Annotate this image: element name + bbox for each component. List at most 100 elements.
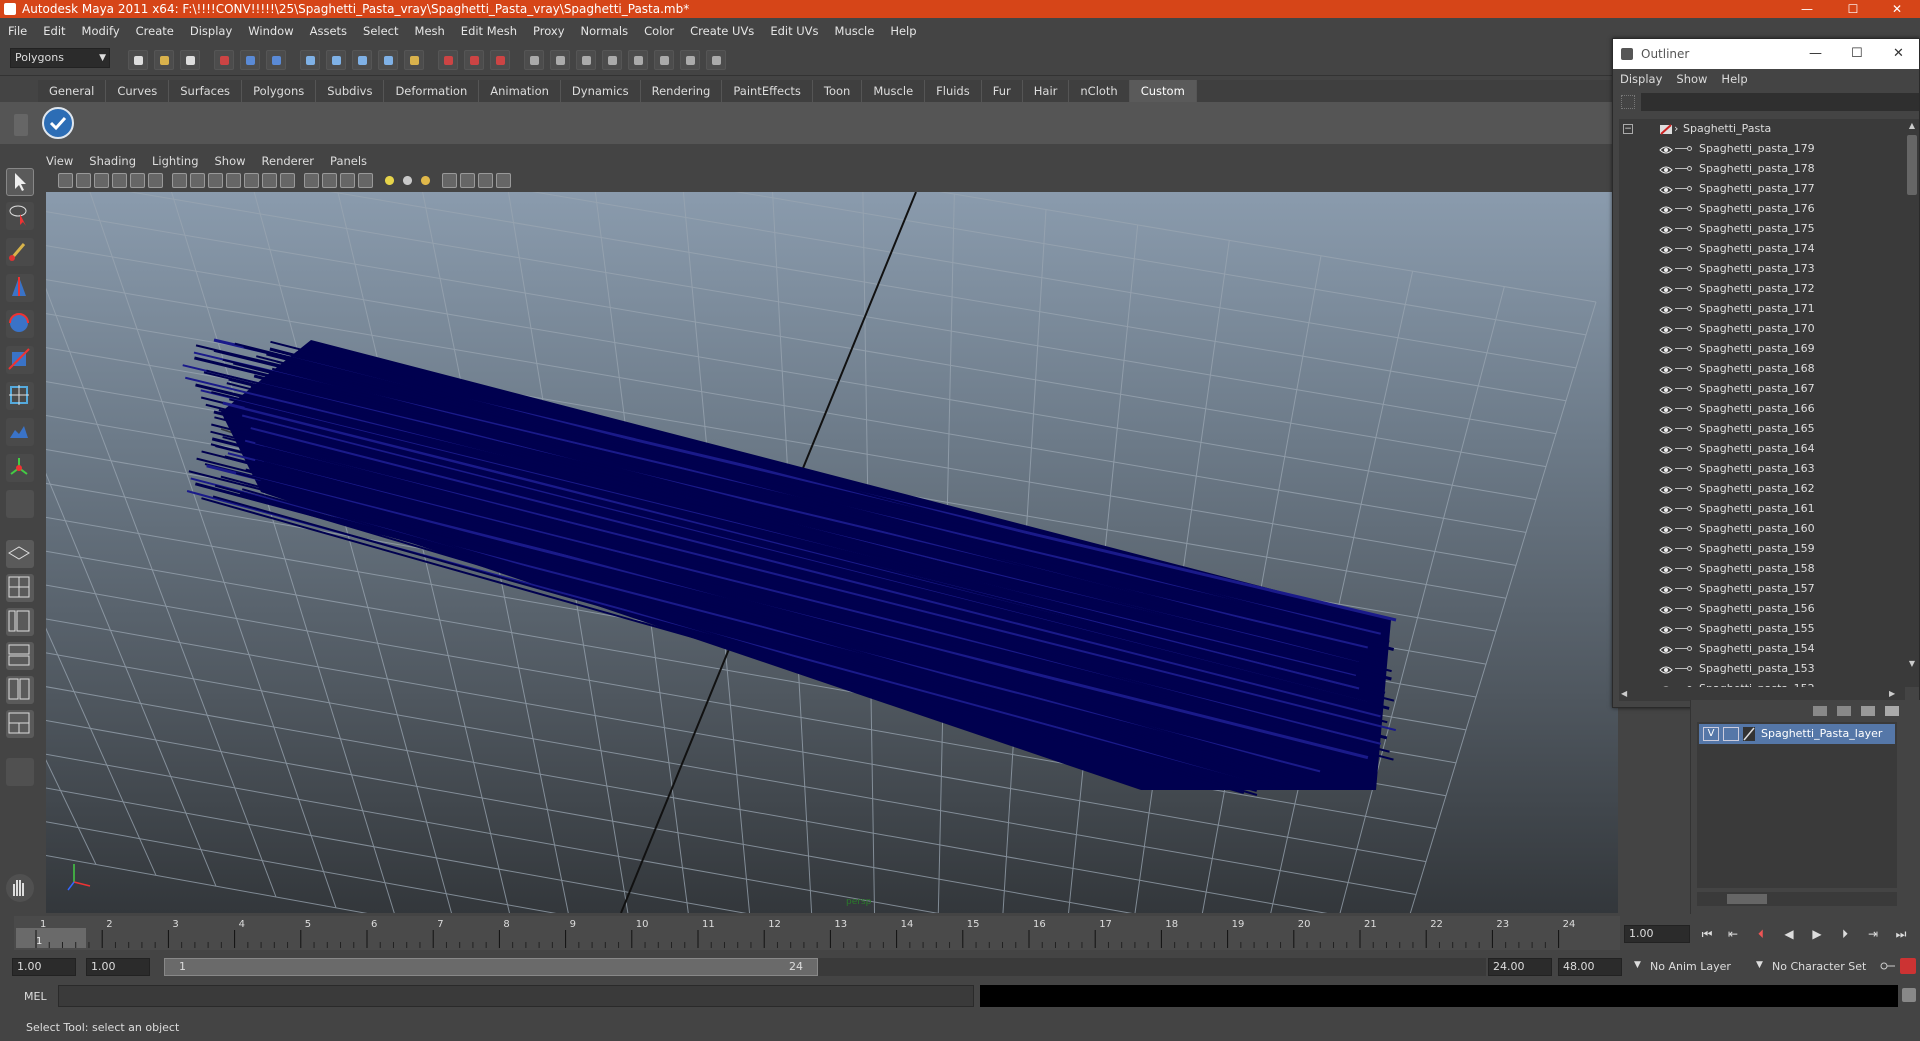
outliner-item[interactable]: Spaghetti_pasta_169 bbox=[1619, 339, 1905, 359]
tool-settings-icon[interactable] bbox=[706, 50, 726, 70]
gate-mask-icon[interactable] bbox=[226, 173, 241, 188]
move-tool-icon[interactable] bbox=[6, 274, 34, 302]
outliner-item[interactable]: Spaghetti_pasta_178 bbox=[1619, 159, 1905, 179]
tab-surfaces[interactable]: Surfaces bbox=[169, 80, 243, 102]
spaghetti-pasta-mesh[interactable] bbox=[182, 338, 1397, 796]
custom-layout-icon[interactable] bbox=[6, 710, 34, 738]
range-slider-track[interactable]: 1 24 bbox=[164, 958, 1486, 976]
outliner-menu-display[interactable]: Display bbox=[1613, 69, 1669, 89]
grease-pencil-icon[interactable] bbox=[148, 173, 163, 188]
isolate-select-icon[interactable] bbox=[442, 173, 457, 188]
bookmarks-icon[interactable] bbox=[94, 173, 109, 188]
menu-modify[interactable]: Modify bbox=[74, 20, 128, 42]
menu-edit-mesh[interactable]: Edit Mesh bbox=[453, 20, 525, 42]
playback-start-field[interactable]: 1.00 bbox=[86, 958, 150, 976]
tab-custom[interactable]: Custom bbox=[1129, 80, 1197, 102]
scroll-right-icon[interactable]: ▶ bbox=[1889, 689, 1899, 699]
outliner-item[interactable]: Spaghetti_pasta_166 bbox=[1619, 399, 1905, 419]
select-camera-icon[interactable] bbox=[58, 173, 73, 188]
panel-menu-panels[interactable]: Panels bbox=[322, 152, 375, 170]
tab-dynamics[interactable]: Dynamics bbox=[561, 80, 641, 102]
menu-set-dropdown[interactable]: Polygons ▼ bbox=[10, 48, 110, 68]
step-back-frame-icon[interactable]: ⏴ bbox=[1750, 926, 1772, 942]
filter-icon[interactable] bbox=[1621, 95, 1635, 109]
film-gate-icon[interactable] bbox=[190, 173, 205, 188]
outliner-item[interactable]: Spaghetti_pasta_177 bbox=[1619, 179, 1905, 199]
outliner-item[interactable]: Spaghetti_pasta_157 bbox=[1619, 579, 1905, 599]
layer-row[interactable]: V Spaghetti_Pasta_layer bbox=[1699, 724, 1895, 744]
outliner-item[interactable]: Spaghetti_pasta_155 bbox=[1619, 619, 1905, 639]
new-scene-icon[interactable] bbox=[128, 50, 148, 70]
layout-options-icon[interactable] bbox=[6, 758, 34, 786]
lasso-tool-icon[interactable] bbox=[6, 202, 34, 230]
paint-select-tool-icon[interactable] bbox=[6, 238, 34, 266]
outliner-item[interactable]: Spaghetti_pasta_161 bbox=[1619, 499, 1905, 519]
perspective-viewport[interactable]: persp bbox=[46, 192, 1618, 913]
outliner-item[interactable]: Spaghetti_pasta_171 bbox=[1619, 299, 1905, 319]
collapse-toggle-icon[interactable]: − bbox=[1623, 124, 1633, 134]
anim-layer-dropdown[interactable]: No Anim Layer bbox=[1650, 960, 1731, 973]
outliner-item[interactable]: Spaghetti_pasta_162 bbox=[1619, 479, 1905, 499]
menu-select[interactable]: Select bbox=[355, 20, 406, 42]
menu-create-uvs[interactable]: Create UVs bbox=[682, 20, 762, 42]
four-view-layout-icon[interactable] bbox=[6, 574, 34, 602]
outliner-item[interactable]: Spaghetti_pasta_164 bbox=[1619, 439, 1905, 459]
select-tool-icon[interactable] bbox=[6, 168, 34, 196]
panel-menu-shading[interactable]: Shading bbox=[81, 152, 144, 170]
resolution-gate-icon[interactable] bbox=[208, 173, 223, 188]
menu-display[interactable]: Display bbox=[182, 20, 240, 42]
outliner-item[interactable]: Spaghetti_pasta_163 bbox=[1619, 459, 1905, 479]
single-perspective-layout-icon[interactable] bbox=[6, 540, 34, 568]
tab-general[interactable]: General bbox=[38, 80, 107, 102]
playback-end-field[interactable]: 24.00 bbox=[1488, 958, 1552, 976]
range-slider-handle[interactable]: 1 24 bbox=[164, 958, 818, 976]
output-ops-icon[interactable] bbox=[464, 50, 484, 70]
attribute-editor-icon[interactable] bbox=[654, 50, 674, 70]
panel-menu-renderer[interactable]: Renderer bbox=[254, 152, 323, 170]
menu-mesh[interactable]: Mesh bbox=[407, 20, 453, 42]
scroll-down-icon[interactable]: ▼ bbox=[1907, 659, 1917, 669]
menu-muscle[interactable]: Muscle bbox=[827, 20, 883, 42]
tab-animation[interactable]: Animation bbox=[479, 80, 561, 102]
minimize-button[interactable]: — bbox=[1784, 0, 1830, 18]
tab-ncloth[interactable]: nCloth bbox=[1069, 80, 1130, 102]
snap-to-point-icon[interactable] bbox=[352, 50, 372, 70]
image-plane-icon[interactable] bbox=[112, 173, 127, 188]
snap-to-view-plane-icon[interactable] bbox=[378, 50, 398, 70]
outliner-item[interactable]: Spaghetti_pasta_165 bbox=[1619, 419, 1905, 439]
rotate-tool-icon[interactable] bbox=[6, 310, 34, 338]
scroll-left-icon[interactable]: ◀ bbox=[1621, 689, 1631, 699]
step-forward-frame-icon[interactable]: ⏵ bbox=[1834, 926, 1856, 942]
tab-hair[interactable]: Hair bbox=[1023, 80, 1070, 102]
outliner-item[interactable]: Spaghetti_pasta_154 bbox=[1619, 639, 1905, 659]
outliner-menu-help[interactable]: Help bbox=[1714, 69, 1754, 89]
scale-tool-icon[interactable] bbox=[6, 346, 34, 374]
tab-toon[interactable]: Toon bbox=[813, 80, 863, 102]
outliner-item[interactable]: Spaghetti_pasta_158 bbox=[1619, 559, 1905, 579]
animation-preferences-icon[interactable] bbox=[1900, 958, 1916, 974]
menu-color[interactable]: Color bbox=[636, 20, 682, 42]
safe-title-icon[interactable] bbox=[280, 173, 295, 188]
tab-rendering[interactable]: Rendering bbox=[641, 80, 723, 102]
go-to-end-icon[interactable]: ⏭ bbox=[1890, 926, 1912, 942]
outliner-item[interactable]: Spaghetti_pasta_152 bbox=[1619, 679, 1905, 687]
outliner-item[interactable]: Spaghetti_pasta_172 bbox=[1619, 279, 1905, 299]
hypershade-icon[interactable] bbox=[628, 50, 648, 70]
render-view-icon[interactable] bbox=[524, 50, 544, 70]
layer-horizontal-scrollbar[interactable] bbox=[1697, 892, 1897, 906]
anim-layer-chevron-down-icon[interactable]: ▼ bbox=[1634, 960, 1641, 970]
ipr-render-icon[interactable] bbox=[576, 50, 596, 70]
layer-visibility-toggle[interactable]: V bbox=[1703, 727, 1719, 741]
layer-toolbar-icons[interactable] bbox=[1811, 704, 1911, 718]
outliner-item[interactable]: Spaghetti_pasta_153 bbox=[1619, 659, 1905, 679]
settings-hand-icon[interactable] bbox=[6, 874, 34, 902]
input-ops-icon[interactable] bbox=[438, 50, 458, 70]
xray-components-icon[interactable] bbox=[496, 173, 511, 188]
outliner-item[interactable]: Spaghetti_pasta_170 bbox=[1619, 319, 1905, 339]
xray-joints-icon[interactable] bbox=[478, 173, 493, 188]
panel-menu-lighting[interactable]: Lighting bbox=[144, 152, 206, 170]
menu-proxy[interactable]: Proxy bbox=[525, 20, 573, 42]
make-live-icon[interactable] bbox=[404, 50, 424, 70]
step-forward-key-icon[interactable]: ⇥ bbox=[1862, 926, 1884, 942]
menu-help[interactable]: Help bbox=[882, 20, 924, 42]
